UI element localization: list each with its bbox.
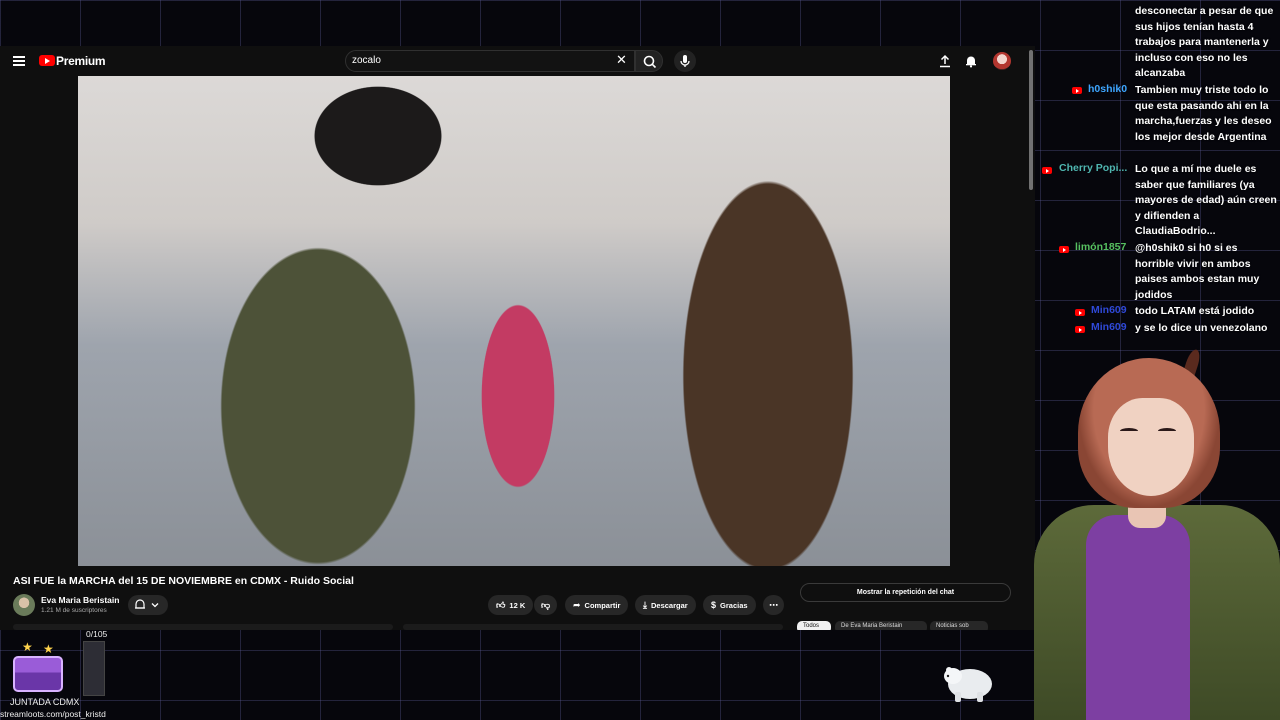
channel-avatar[interactable] [13,594,35,616]
search-button[interactable] [635,50,663,72]
download-icon: ⤓ [643,599,647,610]
search-box[interactable] [345,50,635,72]
dislike-button[interactable]: 👎︎ [534,595,558,615]
youtube-brand-label[interactable]: Premium [56,54,106,68]
search-input[interactable] [352,55,602,66]
treasure-chest-icon [13,656,63,692]
stream-chat: desconectar a pesar de que sus hijos ten… [1038,0,1280,345]
menu-icon[interactable] [13,56,25,66]
microphone-icon [680,55,690,67]
chat-username: limón1857 [1075,241,1127,253]
chat-username: h0shik0 [1088,83,1128,95]
comments-section [13,624,393,630]
page-scrollbar[interactable] [1029,50,1033,190]
bell-icon [135,599,159,609]
video-title: ASI FUE la MARCHA del 15 DE NOVIEMBRE en… [13,575,354,587]
chat-message: Lo que a mí me duele es saber que famili… [1135,163,1277,238]
thanks-button[interactable]: $ Gracias [703,595,756,615]
share-button[interactable]: ➦ Compartir [565,595,629,615]
comments-section-secondary [403,624,783,630]
channel-name[interactable]: Eva Maria Beristain [41,595,119,605]
chat-message: @h0shik0 si h0 si es horrible vivir en a… [1135,242,1260,301]
notifications-bell-icon[interactable] [964,54,978,68]
chip-from-channel[interactable]: De Eva Maria Beristain [835,621,927,630]
vtuber-eye [1120,428,1138,434]
more-actions-button[interactable]: ⋯ [763,595,784,615]
share-label: Compartir [584,600,621,610]
download-button[interactable]: ⤓ Descargar [635,595,696,615]
chat-message: Tambien muy triste todo lo que esta pasa… [1135,84,1272,143]
vtuber-face [1108,398,1194,496]
thumbs-down-icon: 👎︎ [541,599,551,610]
vtuber-eye [1158,428,1176,434]
subscription-bell-button[interactable] [128,595,168,615]
youtube-badge-icon [1075,326,1085,333]
goal-label: JUNTADA CDMX [10,697,80,707]
thumbs-up-icon: 👍︎ [496,599,506,610]
youtube-badge-icon [1059,246,1069,253]
star-icon: ★ [43,642,54,656]
search-icon [643,55,657,69]
youtube-window: Premium ✕ [0,46,1035,630]
vtuber-shirt [1086,515,1190,720]
youtube-logo-icon[interactable] [39,55,55,66]
youtube-badge-icon [1075,309,1085,316]
chat-username: Cherry Popi... [1059,162,1128,174]
polar-bear-icon [944,667,992,702]
youtube-topbar: Premium ✕ [0,46,1035,76]
chip-news[interactable]: Noticias sob [930,621,988,630]
goal-progress-bar [83,641,105,696]
chat-username: Min609 [1091,321,1127,333]
chat-username: Min609 [1091,304,1127,316]
star-icon: ★ [22,640,33,654]
upload-icon[interactable] [938,54,952,68]
share-icon: ➦ [573,599,581,610]
show-chat-replay-button[interactable]: Mostrar la repetición del chat [800,583,1011,602]
video-player[interactable] [78,76,950,566]
voice-search-button[interactable] [674,50,696,72]
subscriber-count: 1.21 M de suscriptores [41,607,107,614]
like-button[interactable]: 👍︎ 12 K [488,595,534,615]
chat-message: todo LATAM está jodido [1135,305,1255,317]
like-count: 12 K [509,600,526,610]
streamloots-link[interactable]: streamloots.com/post_kristd [0,709,106,719]
more-icon: ⋯ [769,599,778,610]
youtube-badge-icon [1072,87,1082,94]
clear-search-icon[interactable]: ✕ [616,53,627,66]
chip-all[interactable]: Todos [797,621,831,630]
thanks-label: Gracias [720,600,748,610]
goal-count: 0/105 [86,629,108,639]
account-avatar[interactable] [993,52,1011,70]
thanks-icon: $ [711,599,717,610]
chat-message: desconectar a pesar de que sus hijos ten… [1135,5,1274,80]
youtube-badge-icon [1042,167,1052,174]
download-label: Descargar [650,600,688,610]
chat-message: y se lo dice un venezolano [1135,322,1268,334]
